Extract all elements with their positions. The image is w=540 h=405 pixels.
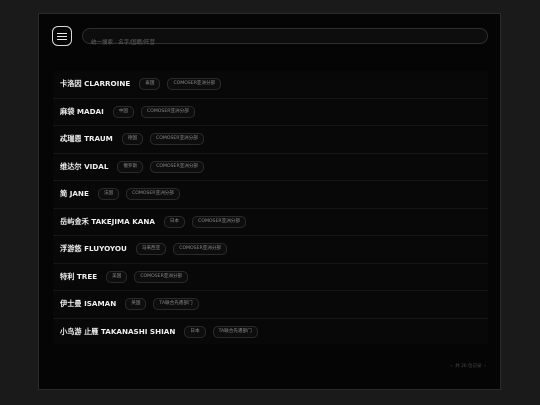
artist-name: 小鸟游 止雁 TAKANASHI SHIAN — [60, 326, 176, 336]
org-tag: COMOSER亚洲分部 — [141, 105, 195, 118]
artist-name: 浮游悠 FLUYOYOU — [60, 244, 127, 254]
artist-row[interactable]: 伊士曼 ISAMAN 英国 TA联合先遣部门 — [53, 291, 488, 319]
record-count: 共 26 位记录 — [455, 364, 482, 369]
country-tag: 日本 — [163, 215, 186, 228]
prev-page-icon[interactable]: ‹ — [451, 364, 453, 369]
artist-list: 卡洛因 CLARROINE 泰国 COMOSER亚洲分部 麻袋 MADAI 中国… — [53, 71, 488, 344]
next-page-icon[interactable]: › — [484, 364, 486, 369]
artist-name: 岳屿金禾 TAKEJIMA KANA — [60, 216, 155, 226]
artist-row[interactable]: 卡洛因 CLARROINE 泰国 COMOSER亚洲分部 — [53, 71, 488, 99]
org-tag: COMOSER亚洲分部 — [167, 78, 222, 91]
country-tag: 德国 — [121, 133, 144, 146]
country-tag: 日本 — [184, 325, 206, 338]
country-tag: 法国 — [97, 188, 120, 201]
artist-name: 麻袋 MADAI — [60, 106, 104, 116]
artist-row[interactable]: 维达尔 VIDAL 俄罗斯 COMOSER亚洲分部 — [53, 154, 488, 181]
org-tag: COMOSER亚洲分部 — [173, 243, 228, 256]
org-tag: COMOSER亚洲分部 — [134, 270, 189, 283]
org-tag: COMOSER亚洲分部 — [126, 188, 180, 201]
country-tag: 俄罗斯 — [117, 160, 144, 173]
menu-button[interactable] — [52, 26, 72, 46]
artist-name: 卡洛因 CLARROINE — [60, 79, 131, 89]
org-tag: TA联合先遣部门 — [212, 325, 258, 338]
menu-icon-line — [57, 32, 67, 34]
pagination: ‹ 共 26 位记录 › — [451, 363, 486, 370]
artist-name: 伊士曼 ISAMAN — [60, 299, 117, 309]
org-tag: COMOSER亚洲分部 — [150, 160, 205, 173]
org-tag: COMOSER亚洲分部 — [150, 133, 204, 146]
country-tag: 马来西亚 — [135, 243, 167, 256]
artist-name: 简 JANE — [60, 189, 89, 199]
search-box[interactable] — [82, 28, 488, 50]
country-tag: 泰国 — [139, 78, 161, 91]
artist-row[interactable]: 简 JANE 法国 COMOSER亚洲分部 — [53, 181, 488, 209]
artist-row[interactable]: 岳屿金禾 TAKEJIMA KANA 日本 COMOSER亚洲分部 — [53, 209, 488, 236]
artist-row[interactable]: 特利 TREE 美国 COMOSER亚洲分部 — [53, 264, 488, 291]
country-tag: 中国 — [112, 105, 134, 118]
menu-icon-line — [57, 35, 67, 37]
search-input[interactable] — [91, 36, 479, 50]
artist-name: 特利 TREE — [60, 271, 98, 281]
country-tag: 美国 — [106, 270, 128, 283]
country-tag: 英国 — [125, 298, 147, 311]
artist-row[interactable]: 忒瑞恩 TRAUM 德国 COMOSER亚洲分部 — [53, 126, 488, 154]
org-tag: COMOSER亚洲分部 — [192, 215, 246, 228]
artist-row[interactable]: 浮游悠 FLUYOYOU 马来西亚 COMOSER亚洲分部 — [53, 236, 488, 264]
artist-row[interactable]: 麻袋 MADAI 中国 COMOSER亚洲分部 — [53, 99, 488, 126]
artist-name: 忒瑞恩 TRAUM — [60, 134, 113, 144]
main-window: 卡洛因 CLARROINE 泰国 COMOSER亚洲分部 麻袋 MADAI 中国… — [38, 13, 501, 390]
menu-icon-line — [57, 38, 67, 40]
org-tag: TA联合先遣部门 — [153, 298, 199, 311]
artist-name: 维达尔 VIDAL — [60, 161, 109, 171]
artist-row[interactable]: 小鸟游 止雁 TAKANASHI SHIAN 日本 TA联合先遣部门 — [53, 319, 488, 345]
